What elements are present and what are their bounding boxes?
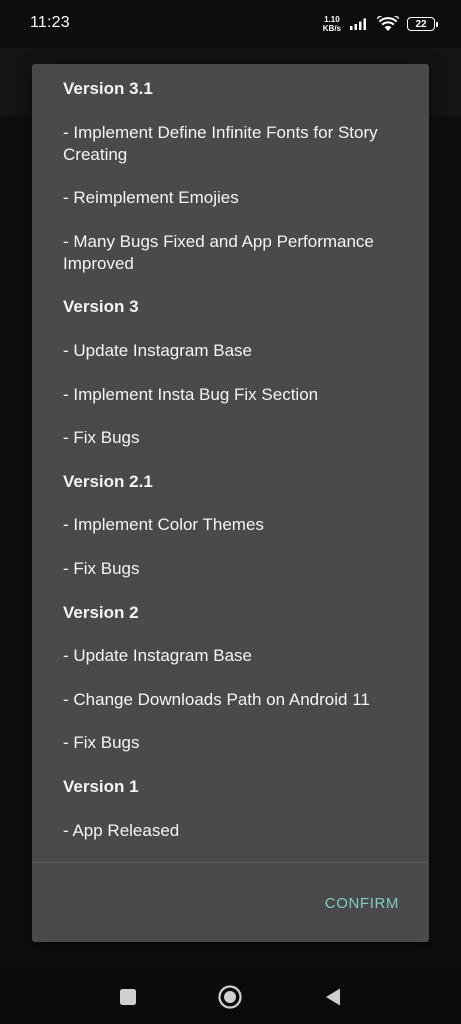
changelog-item: - Change Downloads Path on Android 11 <box>63 689 370 709</box>
home-button[interactable] <box>217 984 243 1010</box>
version-heading: Version 1 <box>63 776 139 796</box>
status-icons: 1.10 KB/s 22 <box>323 14 438 34</box>
changelog-item: - Reimplement Emojies <box>63 188 239 208</box>
dialog-divider <box>32 862 429 863</box>
version-heading: Version 3.1 <box>63 79 153 98</box>
network-speed-unit: KB/s <box>322 24 341 33</box>
status-time: 11:23 <box>30 14 70 31</box>
version-heading: Version 2.1 <box>63 471 153 491</box>
changelog-dialog: Version 3.1 - Implement Define Infinite F… <box>32 64 429 942</box>
changelog-item: - App Released <box>63 820 180 840</box>
network-speed: 1.10 KB/s <box>323 15 341 33</box>
changelog-content: Version 3.1 - Implement Define Infinite F… <box>63 78 407 863</box>
screen: 11:23 1.10 KB/s 22 Version 3.1 - Impleme… <box>0 0 461 1024</box>
status-bar: 11:23 1.10 KB/s 22 <box>0 0 461 48</box>
changelog-item: - Fix Bugs <box>63 733 140 753</box>
version-heading: Version 2 <box>63 602 139 622</box>
changelog-item: - Implement Define Infinite Fonts for St… <box>63 122 378 164</box>
changelog-item: - Many Bugs Fixed and App Performance Im… <box>63 231 374 273</box>
changelog-item: - Update Instagram Base <box>63 646 252 666</box>
navigation-bar <box>0 966 461 1024</box>
battery-level: 22 <box>415 18 427 30</box>
changelog-item: - Update Instagram Base <box>63 340 252 360</box>
changelog-item: - Implement Color Themes <box>63 515 264 535</box>
changelog-item: - Fix Bugs <box>63 428 140 448</box>
network-speed-value: 1.10 <box>324 15 340 24</box>
back-button[interactable] <box>320 984 346 1010</box>
battery-icon: 22 <box>407 17 438 31</box>
home-icon <box>217 984 243 1010</box>
version-heading: Version 3 <box>63 297 139 317</box>
signal-icon <box>349 17 369 31</box>
confirm-button[interactable]: CONFIRM <box>325 895 399 912</box>
wifi-icon <box>377 16 399 32</box>
back-icon <box>322 986 344 1008</box>
recents-icon <box>118 987 138 1007</box>
changelog-item: - Implement Insta Bug Fix Section <box>63 384 319 404</box>
recents-button[interactable] <box>115 984 141 1010</box>
changelog-item: - Fix Bugs <box>63 558 140 578</box>
